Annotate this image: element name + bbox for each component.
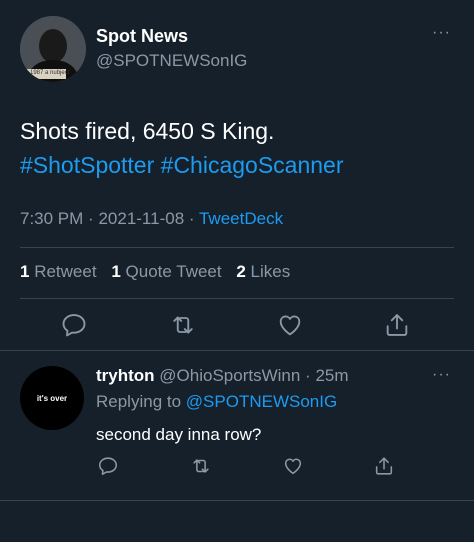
author-name[interactable]: Spot News (96, 26, 188, 47)
tweet-date[interactable]: 2021-11-08 (98, 209, 184, 228)
author-handle[interactable]: @SPOTNEWSonIG (96, 51, 247, 71)
tweet-text: Shots fired, 6450 S King. #ShotSpotter #… (20, 114, 460, 182)
quote-tweets-stat[interactable]: 1 Quote Tweet (111, 262, 221, 281)
more-options-icon[interactable]: ··· (432, 366, 451, 384)
divider (20, 298, 454, 299)
replying-prefix: Replying to (96, 392, 182, 411)
tweet-time[interactable]: 7:30 PM (20, 209, 83, 228)
tweet-meta: 7:30 PM · 2021-11-08 · TweetDeck (20, 209, 283, 229)
retweets-stat[interactable]: 1 Retweet (20, 262, 97, 281)
replying-to: Replying to @SPOTNEWSonIG (96, 392, 337, 412)
meta-separator: · (188, 209, 195, 228)
meta-separator: · (88, 209, 94, 228)
meta-separator: · (305, 366, 311, 385)
more-options-icon[interactable]: ··· (432, 24, 451, 42)
avatar-caption: 1987 a nubject (30, 70, 70, 76)
divider (0, 500, 474, 501)
share-icon[interactable] (383, 311, 411, 339)
author-avatar[interactable]: 1987 a nubject (20, 16, 86, 82)
reply-avatar-text: it's over (36, 393, 68, 403)
reply-icon[interactable] (60, 311, 88, 339)
heart-icon[interactable] (282, 455, 304, 477)
reply-author-handle[interactable]: @OhioSportsWinn (159, 366, 300, 385)
hashtag-chicagoscanner[interactable]: #ChicagoScanner (161, 152, 344, 178)
share-icon[interactable] (373, 455, 395, 477)
heart-icon[interactable] (276, 311, 304, 339)
retweet-icon[interactable] (190, 455, 212, 477)
reply-author-name[interactable]: tryhton (96, 366, 155, 385)
tweet-stats: 1 Retweet 1 Quote Tweet 2 Likes (20, 262, 290, 282)
replying-to-handle[interactable]: @SPOTNEWSonIG (186, 392, 337, 411)
reply-age[interactable]: 25m (315, 366, 348, 385)
tweet-source[interactable]: TweetDeck (199, 209, 283, 228)
tweet-text-line: Shots fired, 6450 S King. (20, 118, 275, 144)
retweet-icon[interactable] (169, 311, 197, 339)
reply-header: tryhton @OhioSportsWinn · 25m (96, 366, 349, 386)
hashtag-shotspotter[interactable]: #ShotSpotter (20, 152, 154, 178)
reply-icon[interactable] (97, 455, 119, 477)
likes-stat[interactable]: 2 Likes (236, 262, 290, 281)
reply-text: second day inna row? (96, 425, 262, 444)
divider (0, 350, 474, 351)
reply-avatar[interactable]: it's over (20, 366, 84, 430)
divider (20, 247, 454, 248)
